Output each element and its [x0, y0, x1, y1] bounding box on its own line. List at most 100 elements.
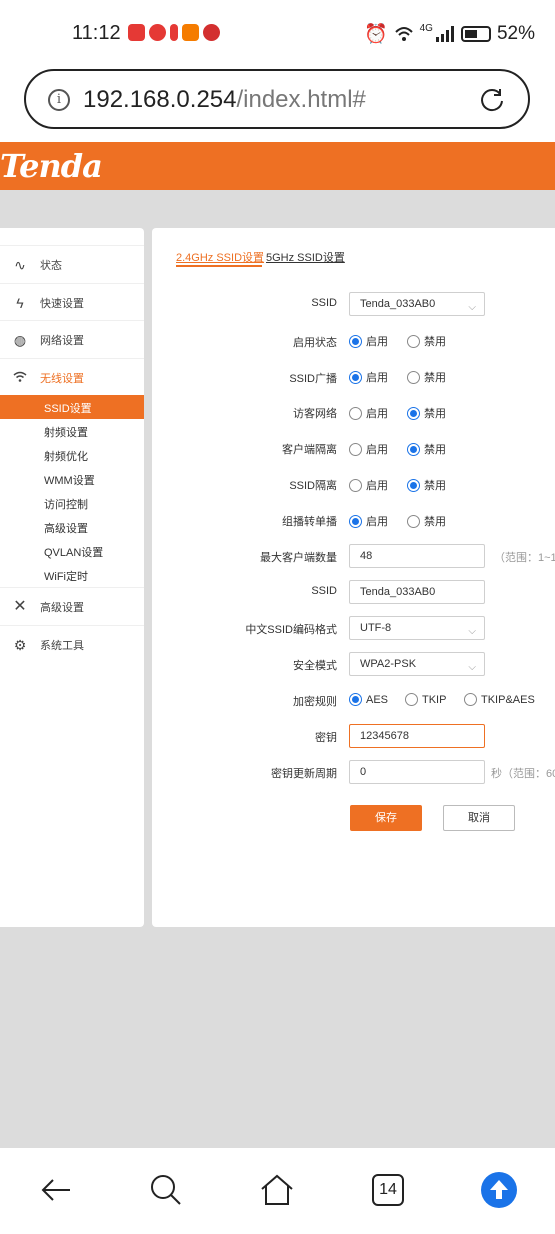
guest-off-radio[interactable]: 禁用: [407, 405, 446, 421]
security-mode-label: 安全模式: [293, 660, 337, 672]
ssid-settings-panel: 2.4GHz SSID设置 5GHz SSID设置 SSID Tenda_033…: [152, 228, 555, 927]
cipher-tkip-aes-radio[interactable]: TKIP&AES: [464, 693, 535, 706]
sidebar-item-system-tools[interactable]: ⚙ 系统工具: [0, 625, 144, 663]
pulse-icon: ∿: [14, 256, 26, 273]
enable-off-radio[interactable]: 禁用: [407, 333, 446, 349]
sidebar-subitem-wifi-schedule[interactable]: WiFi定时: [0, 563, 144, 587]
cell-signal-icon: [435, 26, 454, 42]
multicast-on-radio[interactable]: 启用: [349, 513, 388, 529]
tools-icon: ✕: [13, 597, 27, 615]
clock: 11:12: [72, 22, 121, 44]
enable-label: 启用状态: [293, 337, 337, 349]
tab-switcher-button[interactable]: 14: [372, 1174, 404, 1206]
radio-label: AES: [366, 693, 389, 706]
globe-icon: ◍: [13, 331, 27, 348]
url-host: 192.168.0.254: [83, 86, 237, 113]
radio-label: 启用: [366, 372, 388, 384]
ssid-broadcast-label: SSID广播: [289, 373, 337, 385]
app-notification-icon: [182, 24, 199, 41]
max-clients-input[interactable]: 48: [349, 544, 485, 568]
url-path: /index.html#: [236, 86, 366, 113]
sidebar-item-status[interactable]: ∿ 状态: [0, 245, 144, 283]
radio-label: 禁用: [424, 408, 446, 420]
client-isolation-off-radio[interactable]: 禁用: [407, 441, 446, 457]
address-bar[interactable]: i 192.168.0.254/index.html#: [24, 69, 530, 129]
sidebar-subitem-access-control[interactable]: 访问控制: [0, 491, 144, 515]
save-button[interactable]: 保存: [350, 805, 422, 831]
subitem-label: QVLAN设置: [44, 547, 104, 559]
enable-on-radio[interactable]: 启用: [349, 333, 388, 349]
site-info-icon[interactable]: i: [48, 89, 70, 111]
guest-network-label: 访客网络: [293, 408, 337, 420]
guest-on-radio[interactable]: 启用: [349, 405, 388, 421]
cancel-button[interactable]: 取消: [443, 805, 515, 831]
radio-label: 禁用: [424, 516, 446, 528]
cipher-aes-radio[interactable]: AES: [349, 693, 388, 706]
radio-label: TKIP&AES: [481, 693, 535, 706]
status-icons: ⏰ 4G 52%: [364, 22, 535, 46]
sidebar-subitem-advanced[interactable]: 高级设置: [0, 515, 144, 539]
encoding-select-value: UTF-8: [360, 622, 392, 634]
key-label: 密钥: [315, 732, 337, 744]
sidebar-item-advanced-settings[interactable]: ✕ 高级设置: [0, 587, 144, 625]
ssid-encoding-select[interactable]: UTF-8 ⌵: [349, 616, 485, 640]
subitem-label: WMM设置: [44, 475, 95, 487]
radio-unselected-icon: [464, 693, 477, 706]
sidebar-item-quick-setup[interactable]: ϟ 快速设置: [0, 283, 144, 321]
broadcast-on-radio[interactable]: 启用: [349, 369, 388, 385]
ssid-name-input[interactable]: Tenda_033AB0: [349, 580, 485, 604]
gears-icon: ⚙: [13, 636, 27, 653]
key-input[interactable]: 12345678: [349, 724, 485, 748]
radio-selected-icon: [349, 693, 362, 706]
radio-unselected-icon: [407, 514, 420, 528]
sidebar-subitem-wmm[interactable]: WMM设置: [0, 467, 144, 491]
sidebar-item-label: 快速设置: [40, 297, 84, 310]
sidebar-subitem-ssid[interactable]: SSID设置: [0, 395, 144, 419]
app-notification-icon: [128, 24, 145, 41]
security-select-value: WPA2-PSK: [360, 658, 417, 670]
tenda-logo: Tenda: [0, 147, 103, 185]
reload-icon[interactable]: [478, 86, 506, 114]
radio-unselected-icon: [349, 478, 362, 492]
ssid-select-value: Tenda_033AB0: [360, 298, 436, 310]
radio-selected-icon: [407, 442, 420, 456]
sidebar-item-wireless[interactable]: 无线设置: [0, 358, 144, 396]
sidebar-item-label: 高级设置: [40, 601, 84, 614]
back-arrow-icon[interactable]: [38, 1172, 74, 1208]
sidebar-item-label: 无线设置: [40, 372, 84, 385]
url-text[interactable]: 192.168.0.254/index.html#: [83, 86, 366, 114]
sidebar-subitem-radio[interactable]: 射频设置: [0, 419, 144, 443]
home-icon[interactable]: [259, 1172, 295, 1208]
subitem-label: WiFi定时: [44, 571, 88, 583]
radio-unselected-icon: [349, 406, 362, 420]
cipher-tkip-radio[interactable]: TKIP: [405, 693, 446, 706]
rekey-range-hint: 秒（范围：60: [491, 768, 555, 780]
ssid-isolation-off-radio[interactable]: 禁用: [407, 477, 446, 493]
security-mode-select[interactable]: WPA2-PSK ⌵: [349, 652, 485, 676]
chevron-down-icon: ⌵: [468, 626, 476, 637]
subitem-label: 高级设置: [44, 523, 88, 535]
arrow-up-icon: [490, 1180, 508, 1199]
sidebar-subitem-radio-optimize[interactable]: 射频优化: [0, 443, 144, 467]
ssid-isolation-on-radio[interactable]: 启用: [349, 477, 388, 493]
multicast-off-radio[interactable]: 禁用: [407, 513, 446, 529]
search-icon[interactable]: [148, 1172, 184, 1208]
radio-label: 启用: [366, 444, 388, 456]
rekey-period-input[interactable]: 0: [349, 760, 485, 784]
multicast-label: 组播转单播: [282, 516, 337, 528]
sidebar-item-network[interactable]: ◍ 网络设置: [0, 320, 144, 358]
sidebar-item-label: 状态: [40, 259, 62, 272]
ssid-select[interactable]: Tenda_033AB0 ⌵: [349, 292, 485, 316]
subitem-label: SSID设置: [44, 403, 92, 415]
sidebar-subitem-qvlan[interactable]: QVLAN设置: [0, 539, 144, 563]
max-clients-range-hint: （范围：1~12: [494, 552, 555, 564]
upload-arrow-button[interactable]: [481, 1172, 517, 1208]
radio-selected-icon: [407, 478, 420, 492]
client-isolation-on-radio[interactable]: 启用: [349, 441, 388, 457]
tab-5ghz[interactable]: 5GHz SSID设置: [266, 249, 345, 265]
radio-label: 禁用: [424, 480, 446, 492]
battery-icon: [460, 26, 491, 42]
broadcast-off-radio[interactable]: 禁用: [407, 369, 446, 385]
tab-2-4ghz[interactable]: 2.4GHz SSID设置: [176, 249, 264, 265]
radio-selected-icon: [349, 370, 362, 384]
